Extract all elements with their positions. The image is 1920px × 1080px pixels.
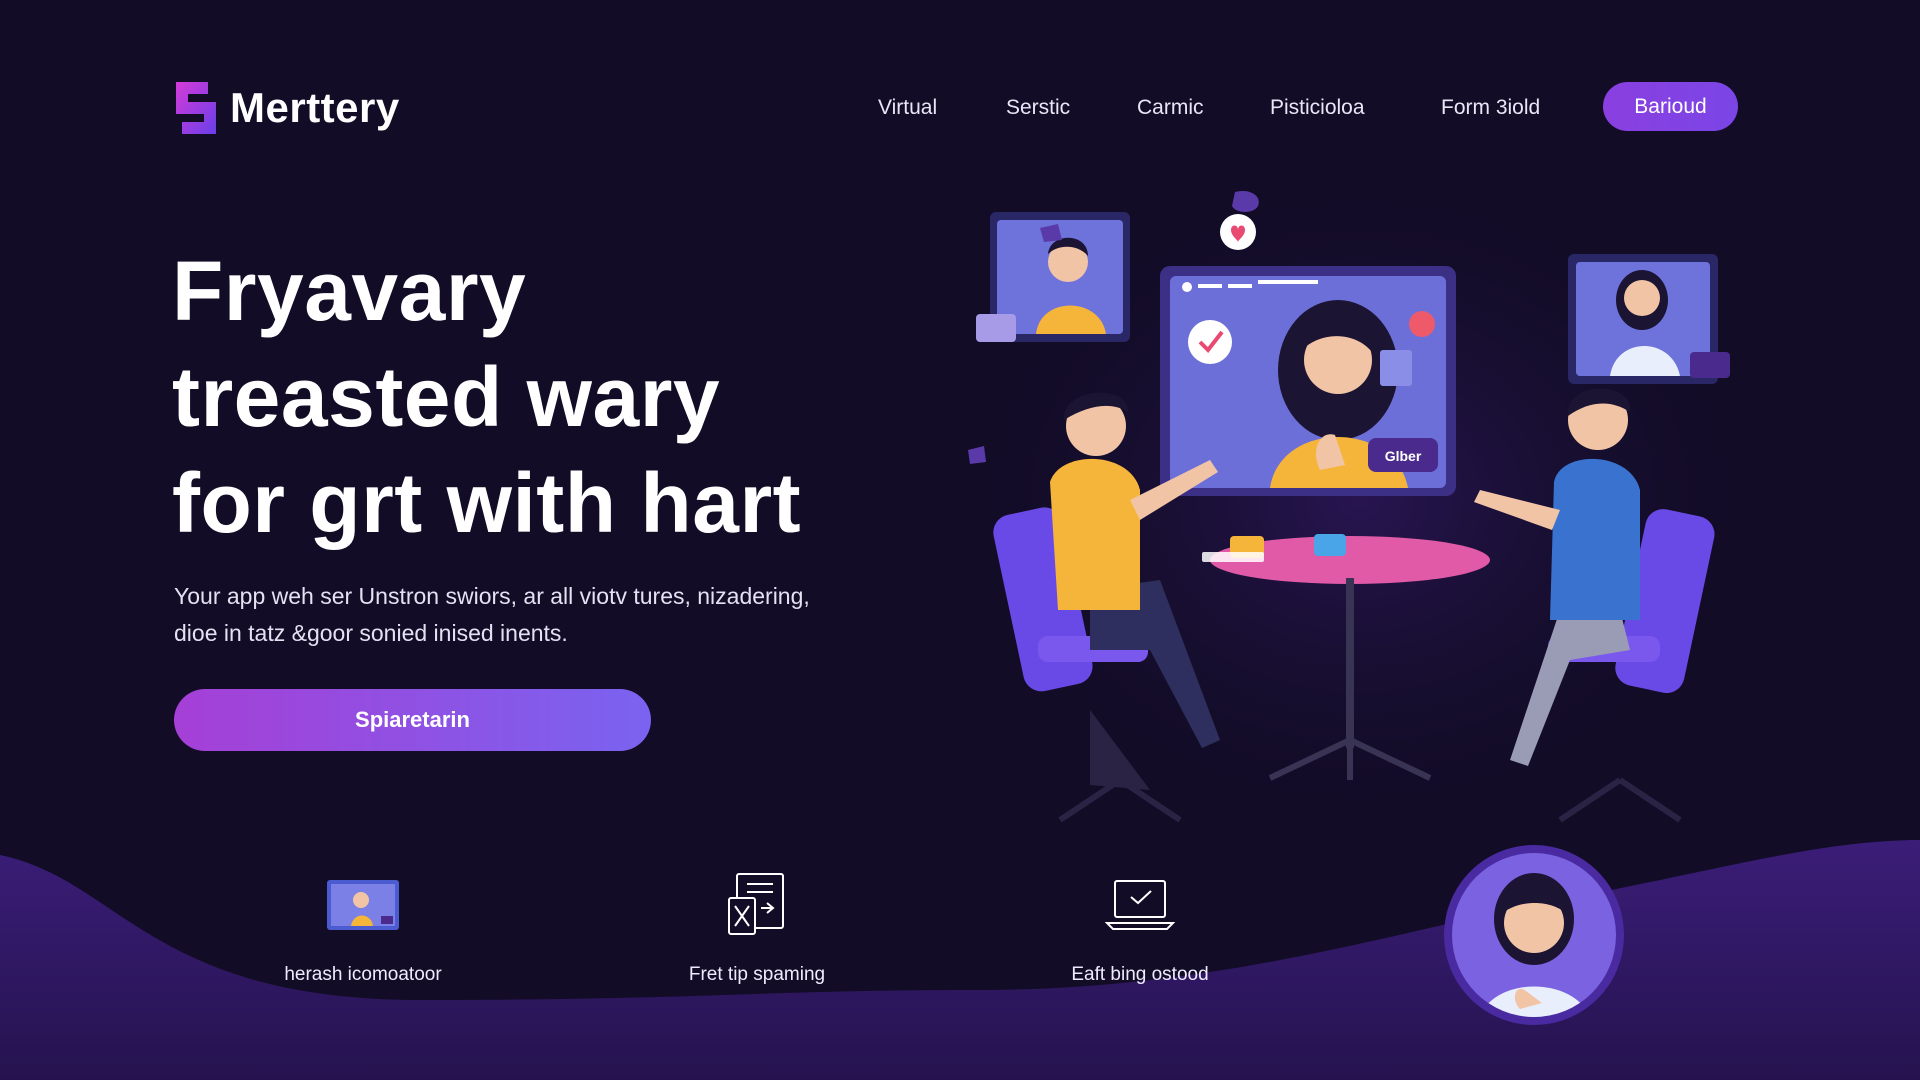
- feature-item[interactable]: Eaft bing ostood: [1010, 870, 1270, 986]
- video-thumbnail-right: [1568, 254, 1730, 384]
- feature-item[interactable]: Fret tip spaming: [627, 870, 887, 986]
- hero-title: Fryavary treasted wary for grt with hart: [172, 238, 932, 556]
- nav-item-serstic[interactable]: Serstic: [1006, 96, 1070, 120]
- avatar: [1444, 845, 1624, 1025]
- meeting-table: [1202, 534, 1490, 781]
- hero-title-line: Fryavary: [172, 244, 527, 338]
- check-bubble-icon: [1188, 320, 1232, 364]
- nav-cta-button[interactable]: Barioud: [1603, 82, 1738, 131]
- nav-item-pisticioloa[interactable]: Pisticioloa: [1270, 96, 1365, 120]
- hero-title-line: for grt with hart: [172, 456, 802, 550]
- document-transfer-icon: [627, 870, 887, 940]
- hero-illustration: Glber: [968, 190, 1730, 823]
- feature-label: herash icomoatoor: [284, 964, 442, 985]
- video-call-icon: [233, 870, 493, 940]
- feature-label: Fret tip spaming: [688, 964, 826, 985]
- hero-subtitle: Your app weh ser Unstron swiors, ar all …: [174, 578, 874, 652]
- hero-subtitle-line: Your app weh ser Unstron swiors, ar all …: [174, 583, 810, 609]
- hero-title-line: treasted wary: [172, 350, 721, 444]
- feature-item[interactable]: herash icomoatoor: [233, 870, 493, 986]
- coffee-cup-icon: [1314, 534, 1346, 556]
- hero-cta-button[interactable]: Spiaretarin: [174, 689, 651, 751]
- feature-label: Eaft bing ostood: [1071, 964, 1209, 985]
- nav-item-carmic[interactable]: Carmic: [1137, 96, 1204, 120]
- alert-bubble-icon: [1409, 311, 1435, 337]
- person-right: [1474, 388, 1715, 823]
- screen-badge-label: Glber: [1385, 448, 1422, 464]
- laptop-icon: [1010, 870, 1270, 940]
- nav-item-virtual[interactable]: Virtual: [878, 96, 937, 120]
- nav-item-form[interactable]: Form 3iold: [1441, 96, 1540, 120]
- hero-subtitle-line: dioe in tatz &goor sonied inised inents.: [174, 620, 568, 646]
